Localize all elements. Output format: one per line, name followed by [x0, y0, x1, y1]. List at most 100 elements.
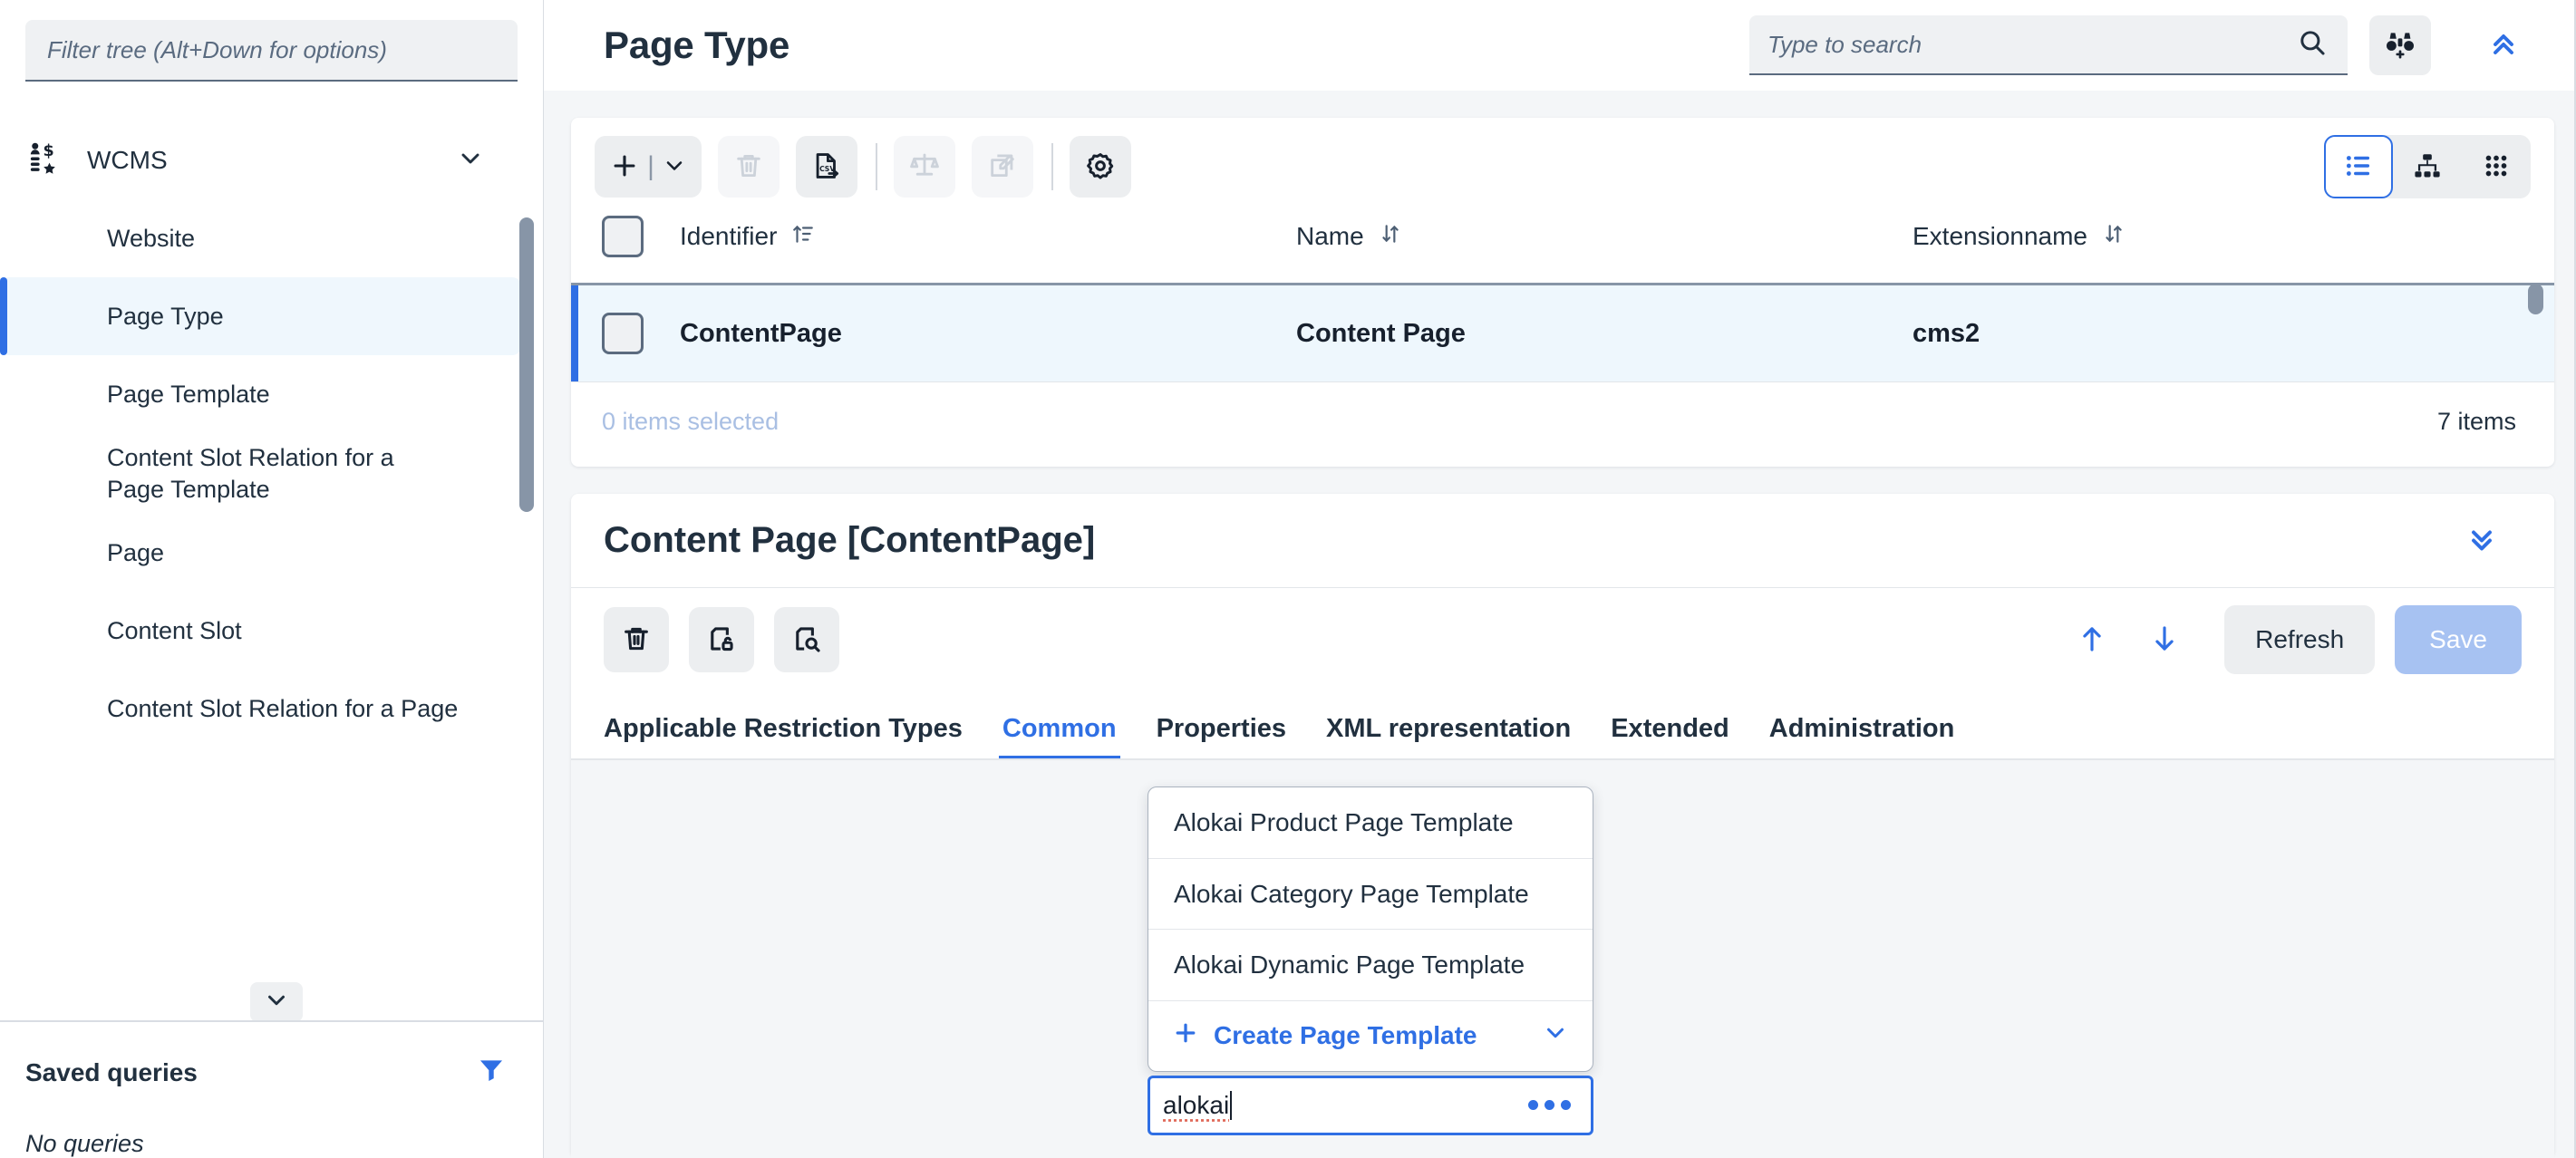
cell-name: Content Page: [1296, 285, 1913, 382]
autocomplete-option[interactable]: Alokai Product Page Template: [1148, 787, 1593, 859]
catalog-icon: $: [25, 141, 67, 179]
divider: |: [647, 153, 654, 180]
detail-title: Content Page [ContentPage]: [604, 520, 1095, 561]
move-up-button[interactable]: [2056, 607, 2128, 672]
application-root: $ WCMS Website Page Type Page: [0, 0, 2576, 1158]
file-search-icon: [791, 623, 822, 657]
page-template-input-row[interactable]: alokai: [1148, 1076, 1593, 1135]
saved-queries-header: Saved queries: [25, 1055, 507, 1090]
chevron-down-icon: [263, 987, 290, 1018]
select-all-checkbox[interactable]: [602, 216, 644, 257]
header-actions: [1749, 15, 2534, 75]
sidebar-item-label: Page Template: [107, 379, 270, 410]
sidebar-item-label: Content Slot: [107, 615, 242, 647]
table-scrollbar[interactable]: [2528, 284, 2543, 314]
create-page-template-label: Create Page Template: [1214, 1021, 1477, 1050]
autocomplete-option[interactable]: Alokai Dynamic Page Template: [1148, 930, 1593, 1001]
cell-extensionname: cms2: [1913, 285, 2554, 382]
items-total-label: 7 items: [2437, 408, 2516, 436]
grid-view-button[interactable]: [2462, 135, 2531, 198]
tab-properties[interactable]: Properties: [1137, 714, 1306, 760]
tree-scroll: $ WCMS Website Page Type Page: [0, 121, 543, 748]
tab-applicable-restriction-types[interactable]: Applicable Restriction Types: [604, 714, 983, 760]
column-header-name[interactable]: Name: [1296, 216, 1913, 285]
autocomplete-option[interactable]: Alokai Category Page Template: [1148, 859, 1593, 931]
cell-identifier: ContentPage: [680, 285, 1296, 382]
search-input[interactable]: [1767, 31, 2297, 59]
list-view-button[interactable]: [2324, 135, 2393, 198]
tree-view-button[interactable]: [2393, 135, 2462, 198]
binoculars-plus-icon: [2384, 28, 2416, 63]
sidebar-item-label: Website: [107, 223, 195, 255]
sidebar-item-content-slot[interactable]: Content Slot: [0, 592, 521, 670]
detail-toolbar: Refresh Save: [571, 588, 2554, 691]
row-select-cell: [571, 285, 680, 382]
scales-icon: [909, 150, 940, 184]
settings-button[interactable]: [1070, 136, 1131, 198]
move-down-button[interactable]: [2128, 607, 2201, 672]
advanced-search-button[interactable]: [2369, 15, 2431, 75]
chevron-down-icon[interactable]: [1542, 1019, 1569, 1053]
tree-scrollbar[interactable]: [519, 217, 534, 512]
refresh-button[interactable]: Refresh: [2224, 605, 2375, 674]
filter-tree-input[interactable]: [25, 20, 518, 82]
sort-asc-icon[interactable]: [791, 222, 815, 252]
create-page-template-action[interactable]: Create Page Template: [1148, 1001, 1593, 1071]
column-header-identifier[interactable]: Identifier: [680, 216, 1296, 285]
plus-icon: [609, 150, 640, 184]
sidebar-item-page[interactable]: Page: [0, 514, 521, 592]
column-header-extensionname[interactable]: Extensionname: [1913, 216, 2554, 285]
filter-tree-wrap: [0, 0, 543, 82]
sidebar-item-website[interactable]: Website: [0, 199, 521, 277]
page-title: Page Type: [604, 24, 789, 67]
sort-both-icon[interactable]: [2102, 222, 2126, 252]
column-label: Identifier: [680, 222, 777, 251]
tab-xml-representation[interactable]: XML representation: [1306, 714, 1591, 760]
svg-text:$: $: [44, 142, 54, 160]
sidebar-item-content-slot-relation-page[interactable]: Content Slot Relation for a Page: [0, 670, 521, 748]
page-header: Page Type: [544, 0, 2576, 91]
saved-queries-title: Saved queries: [25, 1058, 198, 1087]
tab-extended[interactable]: Extended: [1591, 714, 1749, 760]
grid-dots-icon: [2481, 150, 2512, 184]
search-icon[interactable]: [2297, 27, 2328, 63]
delete-button[interactable]: [604, 607, 669, 672]
saved-queries-empty: No queries: [25, 1130, 507, 1158]
save-button[interactable]: Save: [2395, 605, 2522, 674]
row-checkbox[interactable]: [602, 313, 644, 354]
sidebar-item-content-slot-relation-page-template[interactable]: Content Slot Relation for a Page Templat…: [0, 433, 521, 514]
sidebar-item-page-template[interactable]: Page Template: [0, 355, 521, 433]
items-selected-label[interactable]: 0 items selected: [602, 408, 779, 436]
detail-tabs: Applicable Restriction Types Common Prop…: [571, 691, 2554, 760]
tab-administration[interactable]: Administration: [1749, 714, 1975, 760]
gear-icon: [1085, 150, 1116, 184]
search-box: [1749, 15, 2348, 75]
chevron-down-icon[interactable]: [662, 153, 687, 181]
unlock-button[interactable]: [689, 607, 754, 672]
tree-panel: $ WCMS Website Page Type Page: [0, 82, 543, 1020]
create-button[interactable]: |: [595, 136, 702, 198]
autocomplete-menu: Alokai Product Page Template Alokai Cate…: [1148, 786, 1593, 1072]
mass-edit-button: [972, 136, 1033, 198]
ellipsis-icon[interactable]: [1528, 1100, 1571, 1110]
collapse-detail-button[interactable]: [2451, 511, 2513, 571]
table-row[interactable]: ContentPage Content Page cms2: [571, 285, 2554, 382]
tree-root-label: WCMS: [87, 144, 168, 177]
export-csv-button[interactable]: CSV: [796, 136, 857, 198]
funnel-icon[interactable]: [476, 1055, 507, 1090]
sidebar: $ WCMS Website Page Type Page: [0, 0, 544, 1158]
toolbar-separator: [876, 143, 877, 190]
page-template-autocomplete: Alokai Product Page Template Alokai Cate…: [1148, 786, 1593, 1135]
collapse-header-button[interactable]: [2473, 15, 2534, 75]
sort-both-icon[interactable]: [1379, 222, 1402, 252]
tab-common[interactable]: Common: [983, 714, 1137, 760]
sidebar-item-page-type[interactable]: Page Type: [0, 277, 521, 355]
sidebar-item-label: Page Type: [107, 301, 224, 333]
tree-root-wcms[interactable]: $ WCMS: [0, 121, 521, 199]
page-template-input-value: alokai: [1163, 1091, 1229, 1120]
preview-button[interactable]: [774, 607, 839, 672]
chevron-down-icon[interactable]: [456, 144, 485, 178]
items-table: Identifier Name: [571, 216, 2554, 381]
tree-collapse-toggle[interactable]: [250, 982, 303, 1020]
double-chevron-down-icon: [2465, 523, 2498, 558]
